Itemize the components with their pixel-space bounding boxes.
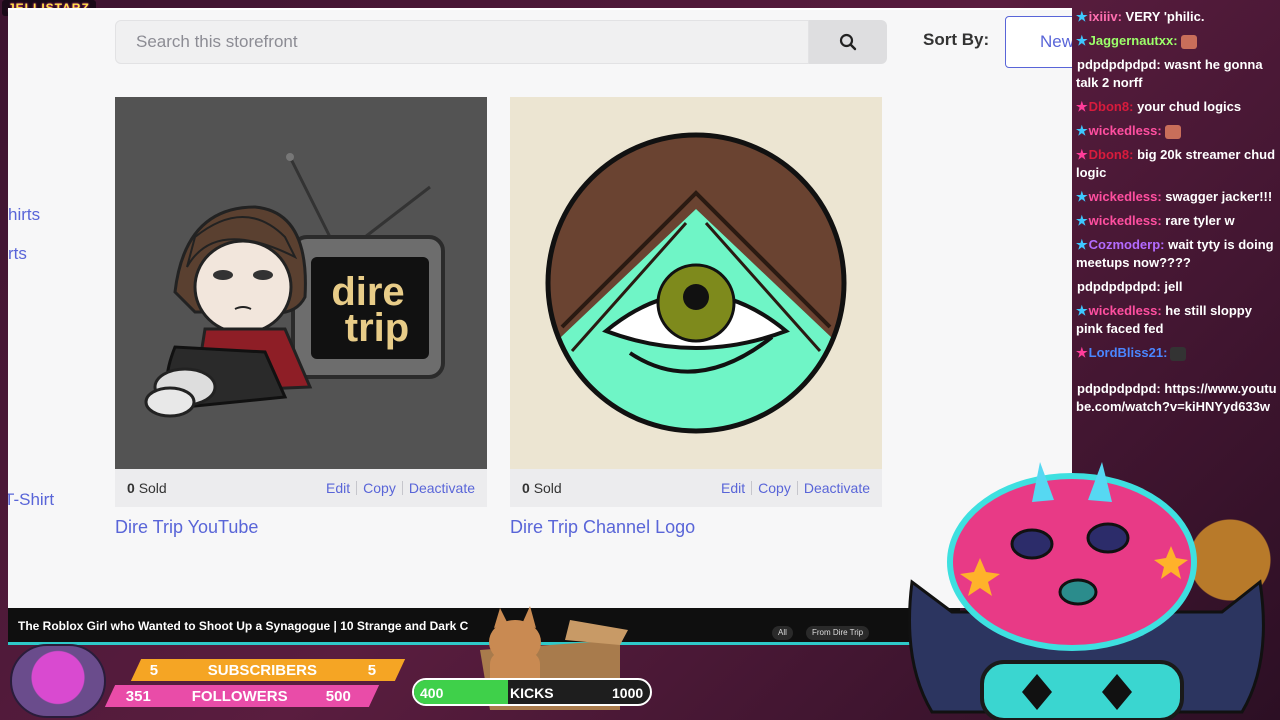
chat-username: Jaggernautxx: [1088,33,1178,48]
tv-text-trip: trip [345,306,409,350]
chat-message: pdpdpdpdpd: wasnt he gonna talk 2 norff [1076,56,1278,92]
star-icon: ★ [1076,147,1088,162]
chat-username: wickedless: [1088,213,1162,228]
search-button[interactable] [809,20,887,64]
search-input[interactable] [134,31,790,53]
kicks-goal-bar: 400 KICKS 1000 [412,678,652,706]
kicks-label: KICKS [510,685,554,701]
product-card[interactable]: dire trip 0 Sold Edit Copy Deactivate Di… [115,97,487,538]
jelly-mascot-overlay [908,462,1265,720]
product-thumbnail-channel-logo[interactable] [510,97,882,469]
chat-message: ★Cozmoderp: wait tyty is doing meetups n… [1076,236,1278,272]
chip-all[interactable]: All [772,626,793,640]
chat-username: Dbon8: [1088,147,1134,162]
kicks-goal: 1000 [612,685,644,701]
product-thumbnail-dire-trip-youtube[interactable]: dire trip [115,97,487,469]
star-icon: ★ [1076,33,1088,48]
sort-select[interactable]: New [1005,16,1072,68]
edit-link[interactable]: Edit [721,480,745,496]
subscribers-label: SUBSCRIBERS [208,661,318,679]
emote-icon [1180,34,1197,49]
star-icon: ★ [1076,123,1088,138]
star-icon: ★ [1076,303,1088,318]
divider [796,481,798,495]
video-title[interactable]: The Roblox Girl who Wanted to Shoot Up a… [18,619,468,633]
kicks-current: 400 [420,685,444,701]
sidebar-link-shorts[interactable]: rts [8,244,27,264]
star-icon: ★ [1076,237,1088,252]
chat-message: ★Dbon8: your chud logics [1076,98,1278,116]
subscribers-goal: 5 [368,661,377,679]
chat-username: wickedless: [1088,123,1162,138]
eye-logo-illustration [545,132,847,434]
subscribers-goal-bar: 5 SUBSCRIBERS 5 [130,659,406,681]
product-title[interactable]: Dire Trip Channel Logo [510,517,882,538]
streamer-avatar-badge [10,644,106,718]
chat-text: swagger jacker!!! [1165,189,1273,204]
product-meta-bar: 0 Sold Edit Copy Deactivate [115,469,487,507]
chat-message: ★Dbon8: big 20k streamer chud logic [1076,146,1278,182]
chat-username: pdpdpdpdpd: [1077,279,1161,294]
chat-message: ★wickedless: [1076,122,1278,140]
search-icon [839,33,857,51]
chat-username: ixiiiv: [1088,9,1122,24]
character-tv-illustration: dire trip [144,153,445,418]
divider [751,481,753,495]
divider [356,481,358,495]
emote-icon [1170,346,1187,361]
chat-username: pdpdpdpdpd: [1077,57,1161,72]
emote-icon [1164,124,1181,139]
followers-goal: 500 [326,687,352,705]
star-icon: ★ [1076,345,1088,360]
star-icon: ★ [1076,9,1088,24]
star-icon: ★ [1076,213,1088,228]
chat-message: ★ixiiiv: VERY 'philic. [1076,8,1278,26]
sidebar-link-tshirt[interactable]: T-Shirt [8,490,54,510]
chat-text: VERY 'philic. [1125,9,1205,24]
copy-link[interactable]: Copy [363,480,396,496]
chat-message: ★Jaggernautxx: [1076,32,1278,50]
chat-username: Cozmoderp: [1088,237,1165,252]
followers-label: FOLLOWERS [192,687,288,705]
chat-username: wickedless: [1088,189,1162,204]
sort-label: Sort By: [923,30,990,49]
star-icon: ★ [1076,189,1088,204]
chat-text: jell [1164,279,1183,294]
divider [401,481,403,495]
chat-username: Dbon8: [1088,99,1134,114]
product-title[interactable]: Dire Trip YouTube [115,517,487,538]
product-meta-bar: 0 Sold Edit Copy Deactivate [510,469,882,507]
chat-message: ★wickedless: rare tyler w [1076,212,1278,230]
chat-username: pdpdpdpdpd: [1077,381,1161,396]
chat-username: LordBliss21: [1088,345,1168,360]
chat-message: pdpdpdpdpd: jell [1076,278,1278,296]
deactivate-link[interactable]: Deactivate [409,480,475,496]
storefront-search[interactable] [115,20,809,64]
stream-chat: ★ixiiiv: VERY 'philic. ★Jaggernautxx: pd… [1076,8,1278,478]
copy-link[interactable]: Copy [758,480,791,496]
edit-link[interactable]: Edit [326,480,350,496]
star-icon: ★ [1076,99,1088,114]
followers-current: 351 [126,687,152,705]
chat-message: pdpdpdpdpd: https://www.youtube.com/watc… [1076,380,1278,416]
product-card[interactable]: 0 Sold Edit Copy Deactivate Dire Trip Ch… [510,97,882,538]
deactivate-link[interactable]: Deactivate [804,480,870,496]
chat-message: ★LordBliss21: [1076,344,1278,362]
chat-message: ★wickedless: swagger jacker!!! [1076,188,1278,206]
sidebar-link-shirts[interactable]: hirts [8,205,40,225]
chip-from-channel[interactable]: From Dire Trip [806,626,870,640]
sold-count: 0 Sold [127,480,167,496]
subscribers-current: 5 [150,661,159,679]
chat-username: wickedless: [1088,303,1162,318]
chat-message: ★wickedless: he still sloppy pink faced … [1076,302,1278,338]
sold-count: 0 Sold [522,480,562,496]
chat-text: rare tyler w [1165,213,1235,228]
followers-goal-bar: 351 FOLLOWERS 500 [104,685,380,707]
chat-text: your chud logics [1137,99,1242,114]
